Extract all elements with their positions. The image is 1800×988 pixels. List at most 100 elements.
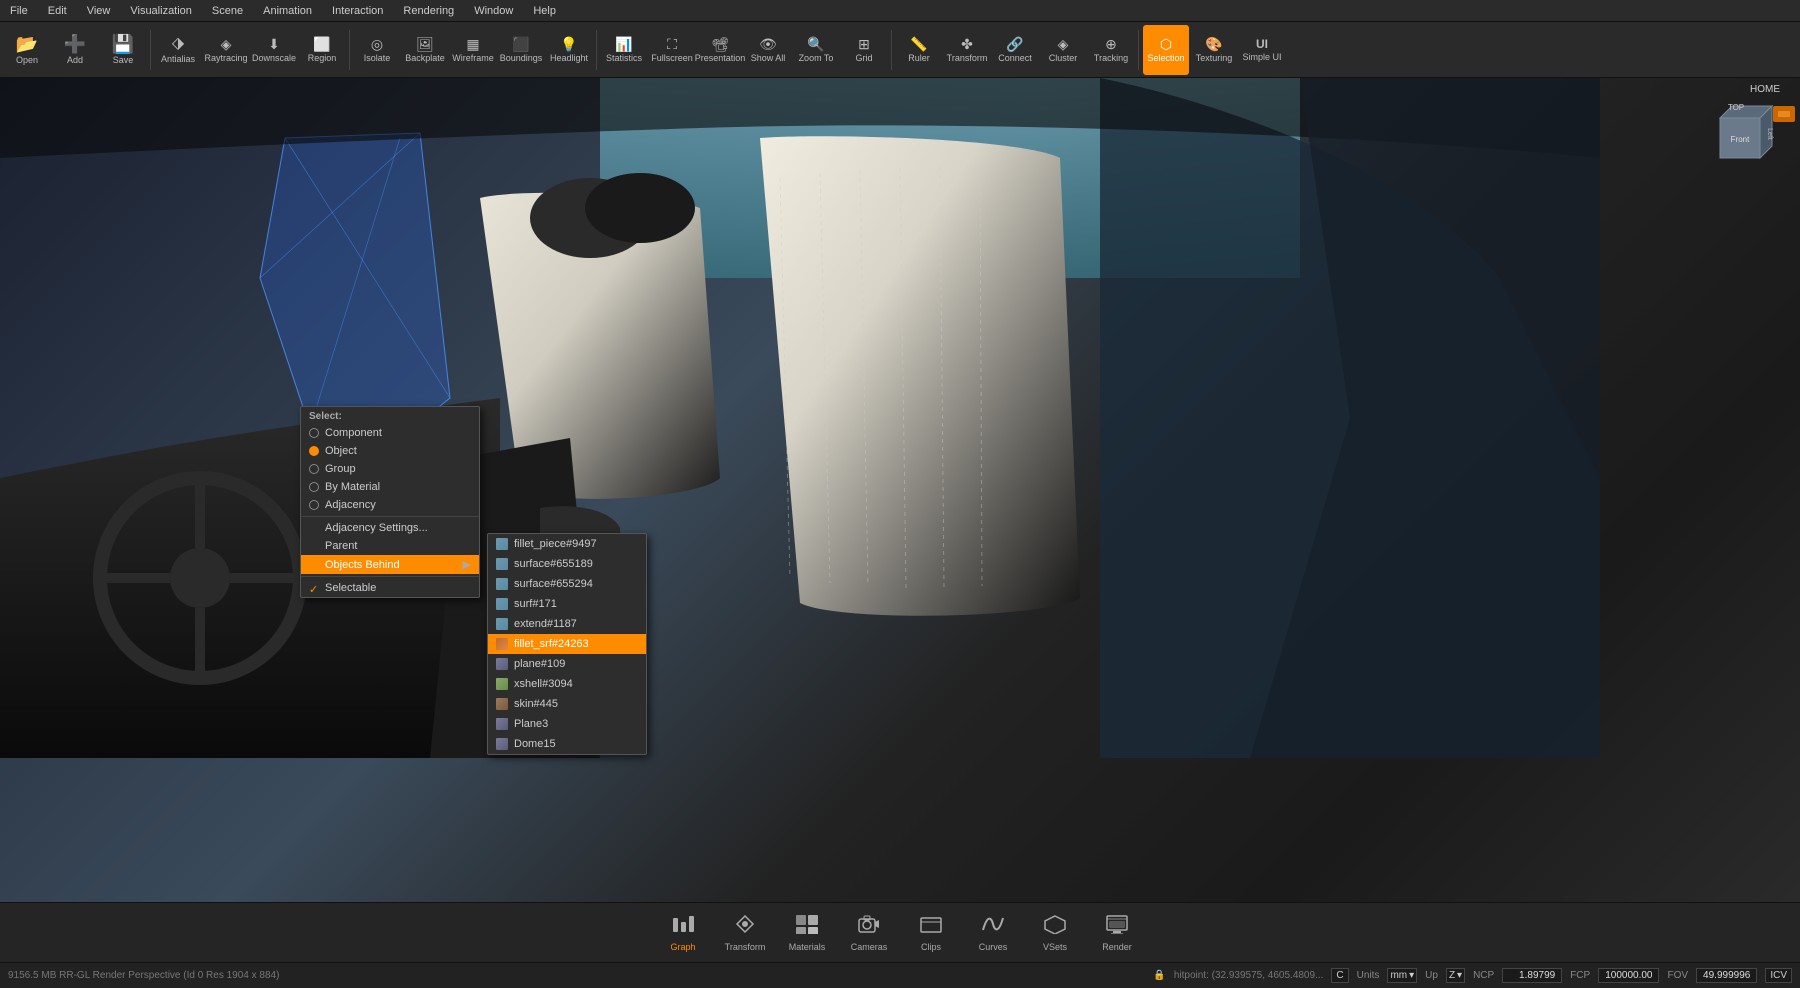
tool-boundings-label: Boundings bbox=[500, 53, 543, 63]
tool-show-all-label: Show All bbox=[751, 53, 786, 63]
submenu-plane-109[interactable]: plane#109 bbox=[488, 654, 646, 674]
tool-backplate[interactable]: 🖼 Backplate bbox=[402, 25, 448, 75]
up-dropdown[interactable]: Z ▾ bbox=[1446, 968, 1465, 983]
fillet-icon-1 bbox=[496, 638, 508, 650]
tool-raytracing[interactable]: ◈ Raytracing bbox=[203, 25, 249, 75]
radio-by-material bbox=[309, 482, 319, 492]
curves-icon bbox=[981, 914, 1005, 940]
icv-button[interactable]: ICV bbox=[1765, 968, 1792, 983]
ctx-selectable[interactable]: ✓ Selectable bbox=[301, 579, 479, 597]
btn-cameras[interactable]: Cameras bbox=[841, 906, 897, 960]
tool-boundings[interactable]: ⬛ Boundings bbox=[498, 25, 544, 75]
ctx-by-material[interactable]: By Material bbox=[301, 478, 479, 496]
tool-grid[interactable]: ⊞ Grid bbox=[841, 25, 887, 75]
tool-save[interactable]: 💾 Save bbox=[100, 25, 146, 75]
tool-open[interactable]: 📂 Open bbox=[4, 25, 50, 75]
tool-selection[interactable]: ⬡ Selection bbox=[1143, 25, 1189, 75]
menu-rendering[interactable]: Rendering bbox=[399, 3, 458, 19]
menu-edit[interactable]: Edit bbox=[44, 3, 71, 19]
c-button[interactable]: C bbox=[1331, 968, 1348, 983]
fcp-value-box[interactable]: 100000.00 bbox=[1598, 968, 1659, 983]
up-value: Z bbox=[1449, 970, 1455, 981]
tool-antialias[interactable]: ⬗ Antialias bbox=[155, 25, 201, 75]
tool-transform[interactable]: ✤ Transform bbox=[944, 25, 990, 75]
menu-file[interactable]: File bbox=[6, 3, 32, 19]
submenu-plane3[interactable]: Plane3 bbox=[488, 714, 646, 734]
tool-zoom-to-label: Zoom To bbox=[799, 53, 834, 63]
btn-clips-label: Clips bbox=[921, 942, 941, 952]
btn-materials[interactable]: Materials bbox=[779, 906, 835, 960]
units-value: mm bbox=[1390, 970, 1407, 981]
submenu-fillet-piece-9497[interactable]: fillet_piece#9497 bbox=[488, 534, 646, 554]
tool-tracking[interactable]: ⊕ Tracking bbox=[1088, 25, 1134, 75]
submenu-fillet-srf-24263[interactable]: fillet_srf#24263 bbox=[488, 634, 646, 654]
tool-cluster[interactable]: ◈ Cluster bbox=[1040, 25, 1086, 75]
ctx-group[interactable]: Group bbox=[301, 460, 479, 478]
submenu-surf-171[interactable]: surf#171 bbox=[488, 594, 646, 614]
submenu-skin-445-label: skin#445 bbox=[514, 698, 558, 710]
tool-statistics[interactable]: 📊 Statistics bbox=[601, 25, 647, 75]
btn-curves[interactable]: Curves bbox=[965, 906, 1021, 960]
submenu-dome15-label: Dome15 bbox=[514, 738, 556, 750]
tool-simple-ui[interactable]: UI Simple UI bbox=[1239, 25, 1285, 75]
submenu-skin-445[interactable]: skin#445 bbox=[488, 694, 646, 714]
btn-transform[interactable]: Transform bbox=[717, 906, 773, 960]
tool-statistics-label: Statistics bbox=[606, 53, 642, 63]
nav-cube-svg: TOP Front Left bbox=[1700, 98, 1780, 178]
viewport-background bbox=[0, 78, 1800, 902]
submenu-xshell-3094[interactable]: xshell#3094 bbox=[488, 674, 646, 694]
sep-2 bbox=[349, 30, 350, 70]
fullscreen-icon: ⛶ bbox=[667, 37, 677, 51]
viewport[interactable]: Select: Component Object Group By Materi… bbox=[0, 78, 1800, 902]
ctx-parent[interactable]: Parent bbox=[301, 537, 479, 555]
tool-wireframe[interactable]: ▦ Wireframe bbox=[450, 25, 496, 75]
tool-presentation[interactable]: 📽 Presentation bbox=[697, 25, 743, 75]
submenu-extend-1187[interactable]: extend#1187 bbox=[488, 614, 646, 634]
ctx-adjacency[interactable]: Adjacency bbox=[301, 496, 479, 514]
tool-zoom-to[interactable]: 🔍 Zoom To bbox=[793, 25, 839, 75]
menu-interaction[interactable]: Interaction bbox=[328, 3, 387, 19]
sep-5 bbox=[1138, 30, 1139, 70]
region-icon: ⬜ bbox=[313, 37, 330, 51]
ctx-adjacency-settings[interactable]: Adjacency Settings... bbox=[301, 519, 479, 537]
ctx-object[interactable]: Object bbox=[301, 442, 479, 460]
status-left-text: 9156.5 MB RR-GL Render Perspective (Id 0… bbox=[8, 970, 279, 981]
submenu-plane3-label: Plane3 bbox=[514, 718, 548, 730]
submenu-extend-1187-label: extend#1187 bbox=[514, 618, 577, 630]
nav-cube[interactable]: HOME TOP Front Left bbox=[1700, 98, 1780, 178]
btn-clips[interactable]: Clips bbox=[903, 906, 959, 960]
tool-headlight[interactable]: 💡 Headlight bbox=[546, 25, 592, 75]
viewport-scene bbox=[0, 78, 1800, 902]
tool-ruler[interactable]: 📏 Ruler bbox=[896, 25, 942, 75]
tool-connect[interactable]: 🔗 Connect bbox=[992, 25, 1038, 75]
surface-icon-3 bbox=[496, 578, 508, 590]
menu-scene[interactable]: Scene bbox=[208, 3, 247, 19]
btn-graph[interactable]: Graph bbox=[655, 906, 711, 960]
menu-window[interactable]: Window bbox=[470, 3, 517, 19]
submenu-surface-655294[interactable]: surface#655294 bbox=[488, 574, 646, 594]
ctx-component[interactable]: Component bbox=[301, 424, 479, 442]
tool-region[interactable]: ⬜ Region bbox=[299, 25, 345, 75]
tool-fullscreen[interactable]: ⛶ Fullscreen bbox=[649, 25, 695, 75]
menu-view[interactable]: View bbox=[83, 3, 115, 19]
units-label: Units bbox=[1357, 970, 1380, 981]
svg-text:TOP: TOP bbox=[1728, 103, 1744, 112]
btn-render[interactable]: Render bbox=[1089, 906, 1145, 960]
menu-visualization[interactable]: Visualization bbox=[126, 3, 196, 19]
submenu-dome15[interactable]: Dome15 bbox=[488, 734, 646, 754]
menu-animation[interactable]: Animation bbox=[259, 3, 316, 19]
tool-texturing[interactable]: 🎨 Texturing bbox=[1191, 25, 1237, 75]
units-dropdown[interactable]: mm ▾ bbox=[1387, 968, 1417, 983]
menu-help[interactable]: Help bbox=[529, 3, 560, 19]
tool-downscale[interactable]: ⬇ Downscale bbox=[251, 25, 297, 75]
submenu-surface-655189[interactable]: surface#655189 bbox=[488, 554, 646, 574]
ncp-value-box[interactable]: 1.89799 bbox=[1502, 968, 1562, 983]
ctx-objects-behind-arrow: ▶ bbox=[463, 558, 471, 571]
tool-isolate[interactable]: ◎ Isolate bbox=[354, 25, 400, 75]
ctx-parent-label: Parent bbox=[325, 540, 357, 552]
fov-value-box[interactable]: 49.999996 bbox=[1696, 968, 1757, 983]
tool-show-all[interactable]: 👁 Show All bbox=[745, 25, 791, 75]
tool-add[interactable]: ➕ Add bbox=[52, 25, 98, 75]
ctx-objects-behind[interactable]: Objects Behind ▶ bbox=[301, 555, 479, 574]
btn-vsets[interactable]: VSets bbox=[1027, 906, 1083, 960]
